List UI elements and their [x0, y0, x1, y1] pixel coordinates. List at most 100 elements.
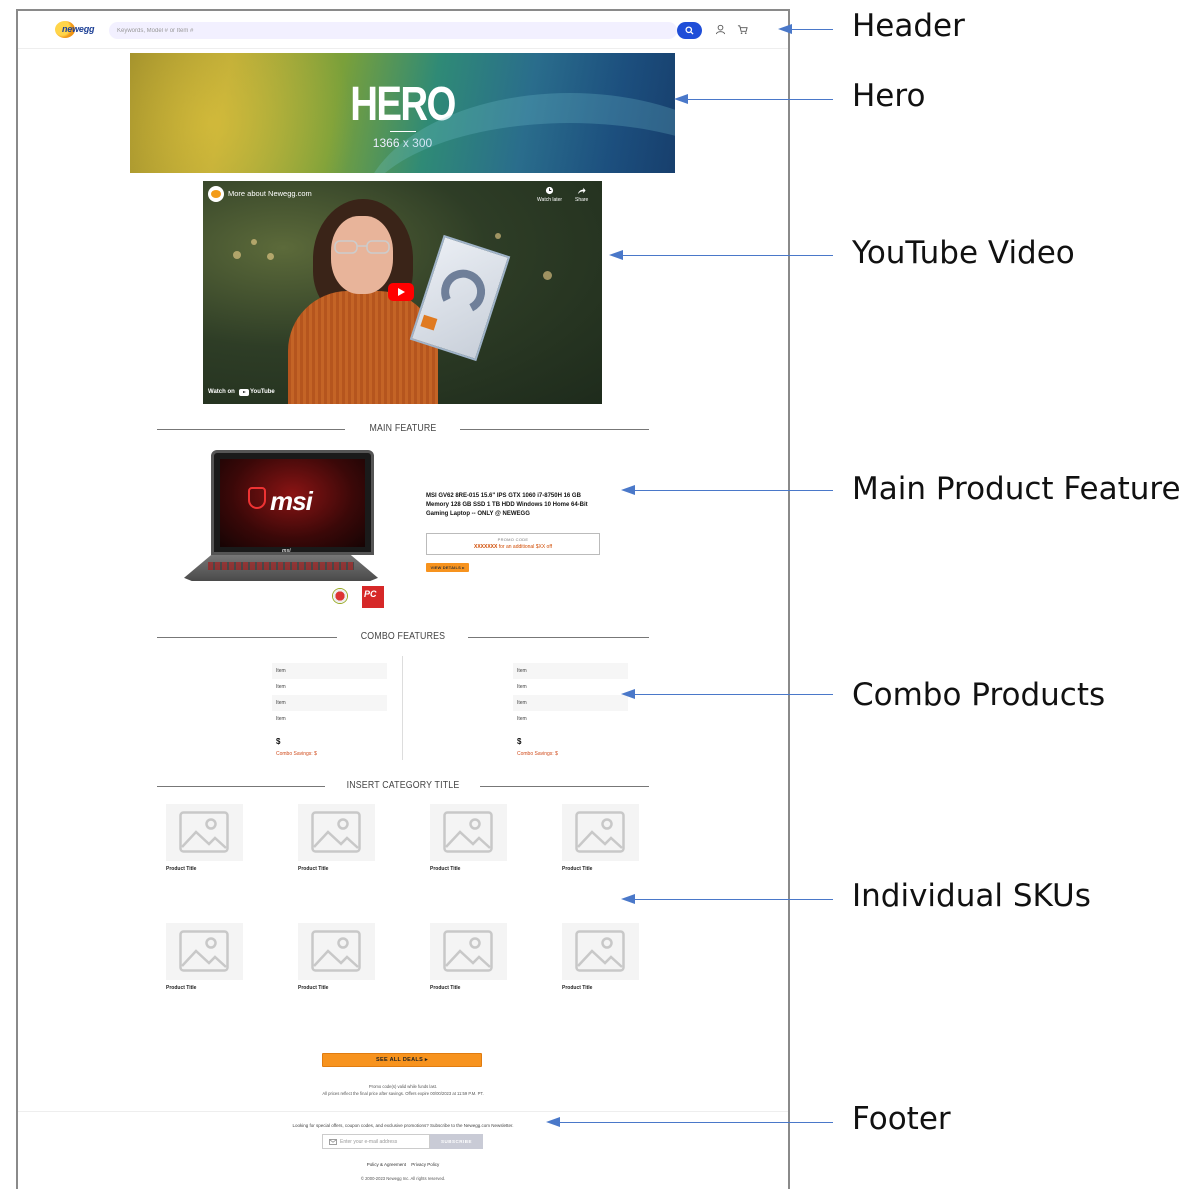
search-button[interactable] — [677, 22, 702, 39]
hero-banner[interactable]: HERO 1366 x 300 — [130, 53, 675, 173]
combo-features-heading: COMBO FEATURES — [157, 631, 649, 645]
product-image-placeholder[interactable] — [298, 804, 375, 861]
product-image-placeholder[interactable] — [430, 923, 507, 980]
msi-dragon-shield-icon — [248, 487, 266, 509]
share-button[interactable]: Share — [575, 186, 588, 203]
product-title[interactable]: Product Title — [298, 985, 328, 991]
promo-code-value: XXXXXXX — [473, 544, 498, 550]
see-all-deals-button[interactable]: SEE ALL DEALS ▸ — [322, 1053, 482, 1067]
combo-item[interactable]: Item — [513, 679, 628, 695]
product-image-placeholder[interactable] — [430, 804, 507, 861]
product-title[interactable]: Product Title — [430, 866, 460, 872]
combo-item[interactable]: Item — [513, 695, 628, 711]
share-label: Share — [575, 197, 589, 203]
promo-code-label: PROMO CODE — [497, 537, 529, 542]
combo-item[interactable]: Item — [272, 679, 387, 695]
bokeh-light — [251, 239, 257, 245]
product-title[interactable]: Product Title — [298, 866, 328, 872]
policy-agreement-link[interactable]: Policy & Agreement — [367, 1162, 406, 1167]
section-title: COMBO FEATURES — [360, 631, 446, 642]
promo-code-box: PROMO CODE XXXXXXX for an additional $XX… — [426, 533, 600, 555]
product-image-placeholder[interactable] — [166, 923, 243, 980]
newegg-logo[interactable]: newegg — [52, 20, 95, 40]
product-title[interactable]: Product Title — [562, 866, 592, 872]
annotation-header: Header — [852, 8, 965, 44]
box-label — [420, 314, 438, 331]
promo-offer-text: for an additional $XX off — [497, 544, 553, 550]
product-title[interactable]: Product Title — [562, 985, 592, 991]
combo-divider — [402, 656, 403, 760]
combo-card-1[interactable]: Item Item Item Item $ Combo Savings: $ — [272, 663, 387, 757]
bokeh-light — [267, 253, 274, 260]
view-details-button[interactable]: VIEW DETAILS ▸ — [426, 563, 469, 572]
channel-avatar[interactable] — [208, 186, 224, 202]
badge-text: PC — [364, 589, 377, 599]
annotation-footer: Footer — [852, 1101, 951, 1137]
page-mockup-frame: newegg HERO 1366 x 300 — [16, 9, 790, 1189]
watch-on-label[interactable]: Watch on — [208, 389, 235, 395]
product-title[interactable]: Product Title — [166, 866, 196, 872]
combo-savings: Combo Savings: $ — [276, 751, 317, 757]
bokeh-light — [495, 233, 501, 239]
youtube-wordmark: YouTube — [250, 389, 275, 395]
image-placeholder-icon — [179, 930, 229, 972]
combo-card-2[interactable]: Item Item Item Item $ Combo Savings: $ — [513, 663, 628, 757]
person-face — [331, 216, 393, 294]
image-placeholder-icon — [575, 930, 625, 972]
product-image-placeholder[interactable] — [562, 804, 639, 861]
promo-note: All prices reflect the final price after… — [322, 1091, 484, 1096]
combo-item[interactable]: Item — [513, 663, 628, 679]
email-field — [322, 1134, 430, 1149]
product-image-placeholder[interactable] — [166, 804, 243, 861]
footer-links: Policy & Agreement Privacy Policy — [18, 1162, 788, 1167]
image-placeholder-icon — [311, 811, 361, 853]
bokeh-light — [233, 251, 241, 259]
watch-later-label: Watch later — [537, 197, 563, 203]
product-title[interactable]: Product Title — [430, 985, 460, 991]
category-heading: INSERT CATEGORY TITLE — [157, 780, 649, 794]
email-input[interactable] — [340, 1138, 428, 1146]
combo-item[interactable]: Item — [272, 711, 387, 727]
main-product-title[interactable]: MSI GV62 8RE-015 15.6" IPS GTX 1060 i7-8… — [426, 492, 604, 519]
search-input[interactable] — [117, 25, 587, 36]
product-image-placeholder[interactable] — [298, 923, 375, 980]
bokeh-light — [543, 271, 552, 280]
annotation-combo: Combo Products — [852, 677, 1106, 713]
annotation-youtube: YouTube Video — [852, 235, 1075, 271]
image-placeholder-icon — [311, 930, 361, 972]
cart-icon[interactable] — [737, 24, 748, 35]
image-placeholder-icon — [575, 811, 625, 853]
annotation-hero: Hero — [852, 78, 926, 114]
search-bar — [109, 22, 677, 39]
image-placeholder-icon — [179, 811, 229, 853]
laptop-product-image[interactable]: msi msi — [184, 450, 378, 584]
video-title[interactable]: More about Newegg.com — [228, 189, 312, 198]
youtube-logo[interactable]: YouTube — [239, 388, 275, 397]
combo-savings: Combo Savings: $ — [517, 751, 558, 757]
share-icon — [578, 187, 586, 195]
youtube-video-embed[interactable]: More about Newegg.com Watch later Share … — [203, 181, 602, 404]
youtube-play-icon — [239, 389, 249, 396]
watch-later-button[interactable]: Watch later — [537, 186, 562, 203]
product-title[interactable]: Product Title — [166, 985, 196, 991]
annotation-arrow — [621, 894, 833, 904]
combo-item[interactable]: Item — [513, 711, 628, 727]
hero-divider — [390, 131, 416, 132]
laptop-screen: msi — [211, 450, 374, 555]
laptop-base-logo: msi — [282, 548, 291, 554]
hero-size-label: 1366 x 300 — [372, 136, 433, 150]
main-feature-heading: MAIN FEATURE — [157, 423, 649, 437]
hero-title: HERO — [350, 78, 456, 131]
annotation-main-feature: Main Product Feature — [852, 471, 1179, 507]
product-image-placeholder[interactable] — [562, 923, 639, 980]
logo-wordmark: newegg — [62, 24, 95, 34]
play-button[interactable] — [388, 283, 414, 301]
combo-item[interactable]: Item — [272, 695, 387, 711]
section-title: INSERT CATEGORY TITLE — [346, 780, 460, 791]
annotation-arrow — [621, 689, 833, 699]
copyright-text: © 2000-2023 Newegg Inc. All rights reser… — [360, 1176, 446, 1181]
subscribe-button[interactable]: SUBSCRIBE — [430, 1134, 483, 1149]
privacy-policy-link[interactable]: Privacy Policy — [411, 1162, 439, 1167]
combo-item[interactable]: Item — [272, 663, 387, 679]
user-icon[interactable] — [715, 24, 726, 35]
